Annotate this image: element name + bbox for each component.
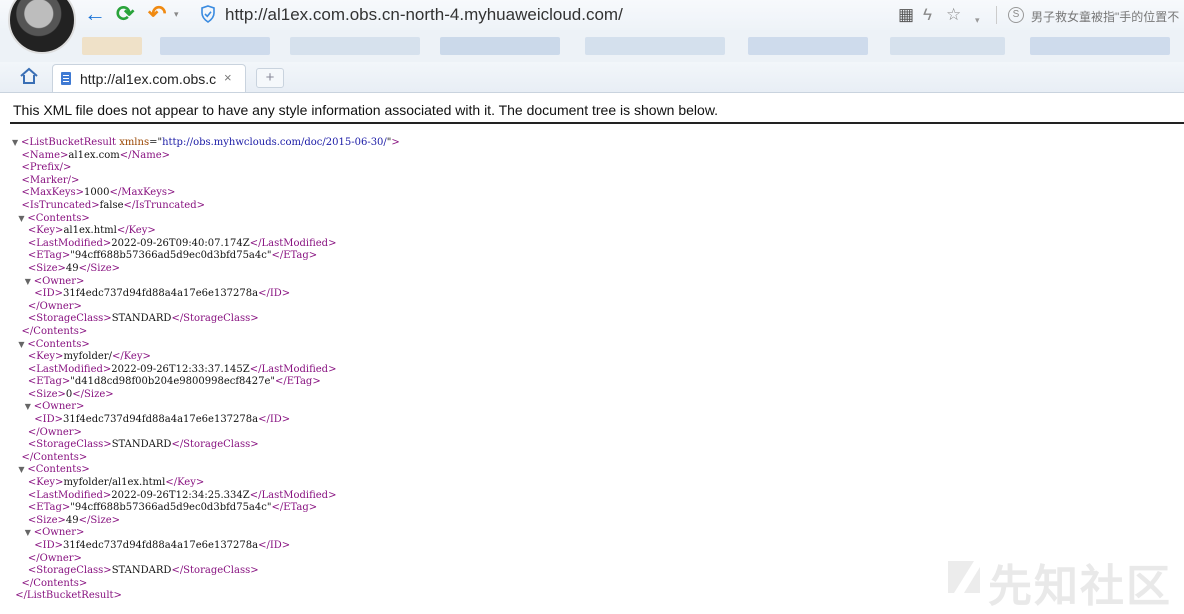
xml-line: <LastModified>2022-09-26T09:40:07.174Z</… [27, 237, 337, 249]
qr-code-icon[interactable]: ▦ [898, 5, 914, 25]
xml-line: ▼ <ListBucketResult xmlns="http://obs.myh… [12, 137, 400, 150]
collapse-triangle-icon[interactable]: ▼ [12, 137, 21, 150]
new-tab-button[interactable]: + [256, 68, 284, 88]
xml-line: </Owner> [27, 552, 82, 564]
xml-line: <ETag>"94cff688b57366ad5d9ec0d3bfd75a4c"… [27, 502, 318, 514]
xml-line: <MaxKeys>1000</MaxKeys> [21, 187, 176, 199]
page-icon [61, 72, 71, 85]
xml-line: <ID>31f4edc737d94fd88a4a17e6e137278a</ID… [34, 414, 291, 426]
collapse-triangle-icon[interactable]: ▼ [25, 401, 34, 414]
back-arrow-icon[interactable]: ← [84, 3, 106, 25]
chevron-down-icon[interactable]: ▾ [174, 9, 179, 20]
xml-line: <LastModified>2022-09-26T12:34:25.334Z</… [27, 489, 337, 501]
xml-line: <Prefix/> [21, 162, 72, 174]
address-bar[interactable]: http://al1ex.com.obs.cn-north-4.myhuawei… [225, 5, 623, 25]
news-ticker[interactable]: 男子救女童被指"手的位置不 [1031, 8, 1179, 25]
xml-line: ▼ <Contents> [18, 212, 90, 226]
bookmark-item[interactable] [290, 37, 420, 55]
refresh-icon[interactable]: ⟳ [116, 3, 134, 25]
xml-line: <Key>al1ex.html</Key> [27, 225, 156, 237]
collapse-triangle-icon[interactable]: ▼ [18, 464, 27, 477]
xml-line: <Name>al1ex.com</Name> [21, 149, 171, 161]
xml-line: ▼ <Owner> [24, 527, 85, 540]
xml-tree: ▼ <ListBucketResult xmlns="http://obs.myh… [12, 137, 400, 603]
xml-line: <ID>31f4edc737d94fd88a4a17e6e137278a</ID… [34, 540, 291, 551]
bookmark-item[interactable] [160, 37, 270, 55]
xml-line: <ETag>"94cff688b57366ad5d9ec0d3bfd75a4c"… [27, 250, 318, 262]
xml-line: <ETag>"d41d8cd98f00b204e9800998ecf8427e"… [27, 376, 321, 388]
bookmark-item[interactable] [748, 37, 868, 55]
bookmarks-bar [0, 30, 1184, 62]
chevron-down-icon[interactable]: ▾ [975, 10, 980, 30]
xml-line: <Marker/> [21, 174, 80, 186]
xml-line: <StorageClass>STANDARD</StorageClass> [27, 565, 259, 577]
xml-line: </Contents> [21, 577, 88, 589]
xml-line: ▼ <Owner> [24, 275, 85, 289]
divider [10, 122, 1184, 124]
xml-line: ▼ <Owner> [24, 401, 85, 414]
bookmark-item[interactable] [440, 37, 560, 55]
xml-line: <LastModified>2022-09-26T12:33:37.145Z</… [27, 363, 337, 375]
xml-line: <StorageClass>STANDARD</StorageClass> [27, 439, 259, 451]
tab-title: http://al1ex.com.obs.c [80, 71, 217, 87]
collapse-triangle-icon[interactable]: ▼ [18, 339, 27, 352]
collapse-triangle-icon[interactable]: ▼ [18, 213, 27, 226]
tab-active[interactable]: http://al1ex.com.obs.c × [52, 64, 246, 92]
undo-icon[interactable]: ↶ [148, 3, 166, 25]
star-icon[interactable]: ☆ [946, 5, 961, 25]
tab-strip: http://al1ex.com.obs.c × + [0, 62, 1184, 93]
xml-line: </Owner> [27, 300, 82, 312]
xml-line: <Size>0</Size> [27, 388, 114, 400]
xml-line: <Key>myfolder/al1ex.html</Key> [27, 477, 205, 489]
xml-line: <IsTruncated>false</IsTruncated> [21, 199, 205, 211]
bookmark-item[interactable] [1030, 37, 1170, 55]
bookmark-item[interactable] [585, 37, 725, 55]
xml-line: </Contents> [21, 451, 88, 463]
xml-line: <Size>49</Size> [27, 262, 121, 274]
xml-line: ▼ <Contents> [18, 338, 90, 352]
home-icon[interactable] [18, 65, 40, 87]
bookmark-item[interactable] [890, 37, 1005, 55]
xml-line: <Size>49</Size> [27, 514, 121, 526]
watermark: 先知社区 [988, 562, 1172, 611]
shield-icon [201, 5, 215, 23]
xml-line: </Contents> [21, 325, 88, 337]
bookmark-item[interactable] [82, 37, 142, 55]
xml-line: </ListBucketResult> [15, 590, 122, 602]
collapse-triangle-icon[interactable]: ▼ [25, 527, 34, 540]
xml-line: ▼ <Contents> [18, 464, 90, 477]
search-engine-icon[interactable]: S [1008, 7, 1024, 23]
lightning-icon[interactable]: ϟ [923, 5, 932, 25]
xml-line: <ID>31f4edc737d94fd88a4a17e6e137278a</ID… [34, 288, 291, 300]
xml-line: </Owner> [27, 426, 82, 438]
close-icon[interactable]: × [224, 70, 232, 85]
collapse-triangle-icon[interactable]: ▼ [25, 276, 34, 289]
xml-line: <StorageClass>STANDARD</StorageClass> [27, 313, 259, 325]
xml-no-style-notice: This XML file does not appear to have an… [13, 102, 719, 118]
browser-toolbar: ← ⟳ ↶ ▾ http://al1ex.com.obs.cn-north-4.… [0, 0, 1184, 54]
xml-line: <Key>myfolder/</Key> [27, 351, 151, 363]
divider [996, 6, 997, 24]
